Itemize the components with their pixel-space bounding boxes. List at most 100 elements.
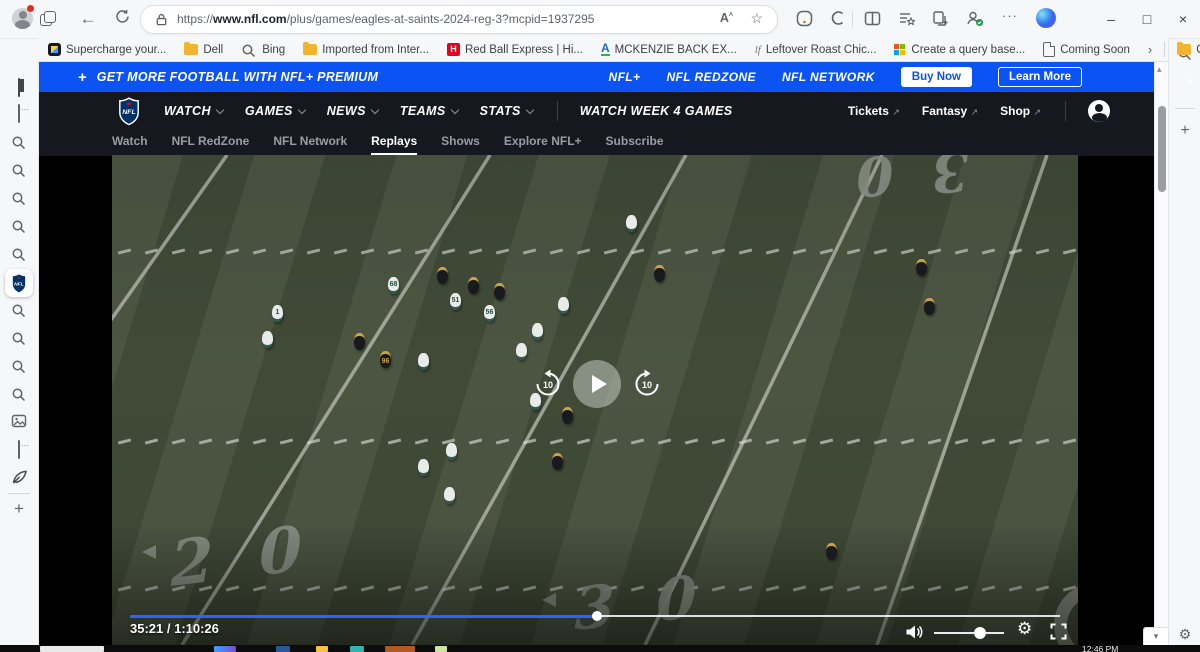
other-favorites-folder[interactable]: Other favorites (1177, 42, 1200, 56)
address-bar[interactable]: https://www.nfl.com/plus/games/eagles-at… (140, 5, 778, 34)
video-settings-gear-icon[interactable]: ⚙ (1017, 619, 1032, 639)
bookmark-supercharge[interactable]: Supercharge your... (48, 43, 166, 56)
nav-divider (556, 101, 558, 121)
nfl-plus-promo-banner[interactable]: + GET MORE FOOTBALL WITH NFL+ PREMIUM NF… (38, 62, 1154, 92)
copy-page-icon[interactable] (932, 10, 950, 28)
learn-more-button[interactable]: Learn More (998, 67, 1082, 87)
nfl-logo[interactable] (118, 97, 140, 126)
search-tab-icon[interactable] (9, 161, 29, 181)
progress-knob[interactable] (591, 611, 602, 621)
bookmark-dell[interactable]: Dell (184, 42, 223, 56)
volume-knob[interactable] (973, 627, 986, 639)
read-aloud-icon[interactable]: A˄ (720, 11, 733, 25)
photos-tab-icon[interactable] (9, 413, 29, 433)
search-tab-icon[interactable] (9, 217, 29, 237)
taskbar-search-box[interactable] (40, 646, 104, 652)
search-tab-icon[interactable] (9, 385, 29, 405)
bookmark-create-query[interactable]: Create a query base... (894, 43, 1026, 56)
bookmark-bing[interactable]: Bing (241, 41, 285, 59)
shop-link[interactable]: Shop ↗ (1000, 104, 1041, 118)
volume-slider[interactable] (934, 627, 1004, 639)
taskbar-app-icon[interactable] (316, 646, 328, 652)
taskbar-app-icon[interactable] (385, 646, 415, 652)
feather-tab-icon[interactable] (9, 469, 29, 489)
url-text[interactable]: https://www.nfl.com/plus/games/eagles-at… (177, 12, 594, 26)
active-nfl-tab[interactable] (5, 269, 33, 297)
windows-taskbar[interactable]: 12:46 PM (0, 645, 1200, 652)
search-tab-icon[interactable] (9, 357, 29, 377)
search-tab-icon[interactable] (9, 329, 29, 349)
folder-icon (184, 42, 199, 55)
bookmark-leftover-roast[interactable]: lf Leftover Roast Chic... (755, 44, 877, 56)
fantasy-link[interactable]: Fantasy ↗ (922, 104, 978, 118)
bookmark-red-ball-express[interactable]: H Red Ball Express | Hi... (446, 43, 583, 56)
play-button[interactable] (573, 360, 621, 408)
workspaces-icon[interactable] (40, 11, 56, 27)
fullscreen-icon[interactable] (1050, 623, 1067, 645)
taskbar-app-icon[interactable] (435, 646, 447, 652)
toggle-vertical-tabs-icon[interactable] (9, 78, 29, 99)
account-avatar-icon[interactable] (1088, 100, 1110, 122)
volume-icon[interactable] (905, 624, 924, 645)
watch-week-cta[interactable]: WATCH WEEK 4 GAMES (580, 104, 733, 118)
menu-stats[interactable]: STATS (480, 104, 534, 118)
search-tab-icon[interactable] (9, 189, 29, 209)
minimize-button[interactable]: – (1100, 8, 1122, 30)
tab-card-icon[interactable] (9, 104, 29, 125)
collections-icon[interactable] (898, 10, 916, 28)
taskbar-app-icon[interactable] (214, 646, 236, 652)
menu-games[interactable]: GAMES (245, 104, 306, 118)
banner-link-redzone[interactable]: NFL REDZONE (666, 70, 756, 84)
tickets-link[interactable]: Tickets ↗ (848, 104, 900, 118)
menu-teams[interactable]: TEAMS (400, 104, 459, 118)
bookmark-mckenzie[interactable]: A MCKENZIE BACK EX... (600, 41, 737, 56)
subnav-watch[interactable]: Watch (112, 130, 148, 153)
subnav-network[interactable]: NFL Network (273, 130, 347, 153)
maximize-button[interactable]: □ (1136, 8, 1158, 30)
search-tab-icon[interactable] (9, 133, 29, 153)
bookmark-label: Supercharge your... (66, 43, 167, 56)
copilot-notebook-icon[interactable] (796, 10, 814, 28)
progress-bar[interactable] (130, 611, 1060, 621)
back-button[interactable]: ← (78, 9, 98, 29)
subnav-explore[interactable]: Explore NFL+ (504, 130, 582, 153)
favorite-star-icon[interactable]: ☆ (750, 10, 763, 27)
split-screen-icon[interactable] (864, 10, 882, 28)
sidebar-settings-gear-icon[interactable]: ⚙ (1175, 626, 1195, 646)
new-tab-button[interactable]: + (9, 500, 29, 520)
bookmarks-overflow-chevron[interactable]: › (1148, 42, 1152, 57)
video-player[interactable]: 20 30 30 1 68 51 56 96 10 10 35:21 / 1:10:26… (112, 155, 1078, 645)
scrollbar-up-arrow[interactable]: ▴ (1157, 64, 1162, 75)
bookmark-label: Create a query base... (911, 43, 1026, 56)
buy-now-button[interactable]: Buy Now (900, 67, 972, 87)
search-tab-icon[interactable] (9, 301, 29, 321)
skip-back-10-button[interactable]: 10 (533, 369, 563, 399)
scroll-down-button[interactable]: ▾ (1143, 627, 1169, 647)
scrollbar-thumb[interactable] (1158, 106, 1166, 192)
close-button[interactable]: × (1172, 8, 1194, 30)
menu-watch[interactable]: WATCH (164, 104, 225, 118)
bookmark-coming-soon[interactable]: Coming Soon (1043, 42, 1130, 57)
subnav-shows[interactable]: Shows (441, 130, 480, 153)
menu-news[interactable]: NEWS (327, 104, 380, 118)
banner-link-nfl-plus[interactable]: NFL+ (609, 70, 641, 84)
bookmark-imported[interactable]: Imported from Inter... (303, 42, 429, 56)
a-site-icon: A (600, 41, 610, 56)
page-scrollbar[interactable]: ▴ (1154, 62, 1169, 645)
tab-card-icon[interactable] (9, 440, 29, 461)
search-tab-icon[interactable] (9, 245, 29, 265)
subnav-redzone[interactable]: NFL RedZone (172, 130, 250, 153)
banner-link-network[interactable]: NFL NETWORK (782, 70, 875, 84)
skip-forward-10-button[interactable]: 10 (632, 369, 662, 399)
sidebar-add-button[interactable]: + (1175, 122, 1195, 142)
refresh-button[interactable] (112, 9, 132, 29)
settings-more-icon[interactable]: ··· (1002, 8, 1020, 26)
sidebar-shopping-tag-icon[interactable] (1175, 76, 1195, 96)
subnav-subscribe[interactable]: Subscribe (606, 130, 664, 153)
copilot-icon[interactable] (1036, 8, 1056, 28)
browser-essentials-icon[interactable] (830, 10, 848, 28)
taskbar-app-icon[interactable] (350, 646, 364, 652)
subnav-replays-active[interactable]: Replays (371, 130, 418, 155)
taskbar-app-icon[interactable] (276, 646, 290, 652)
browser-security-icon[interactable] (966, 10, 984, 28)
